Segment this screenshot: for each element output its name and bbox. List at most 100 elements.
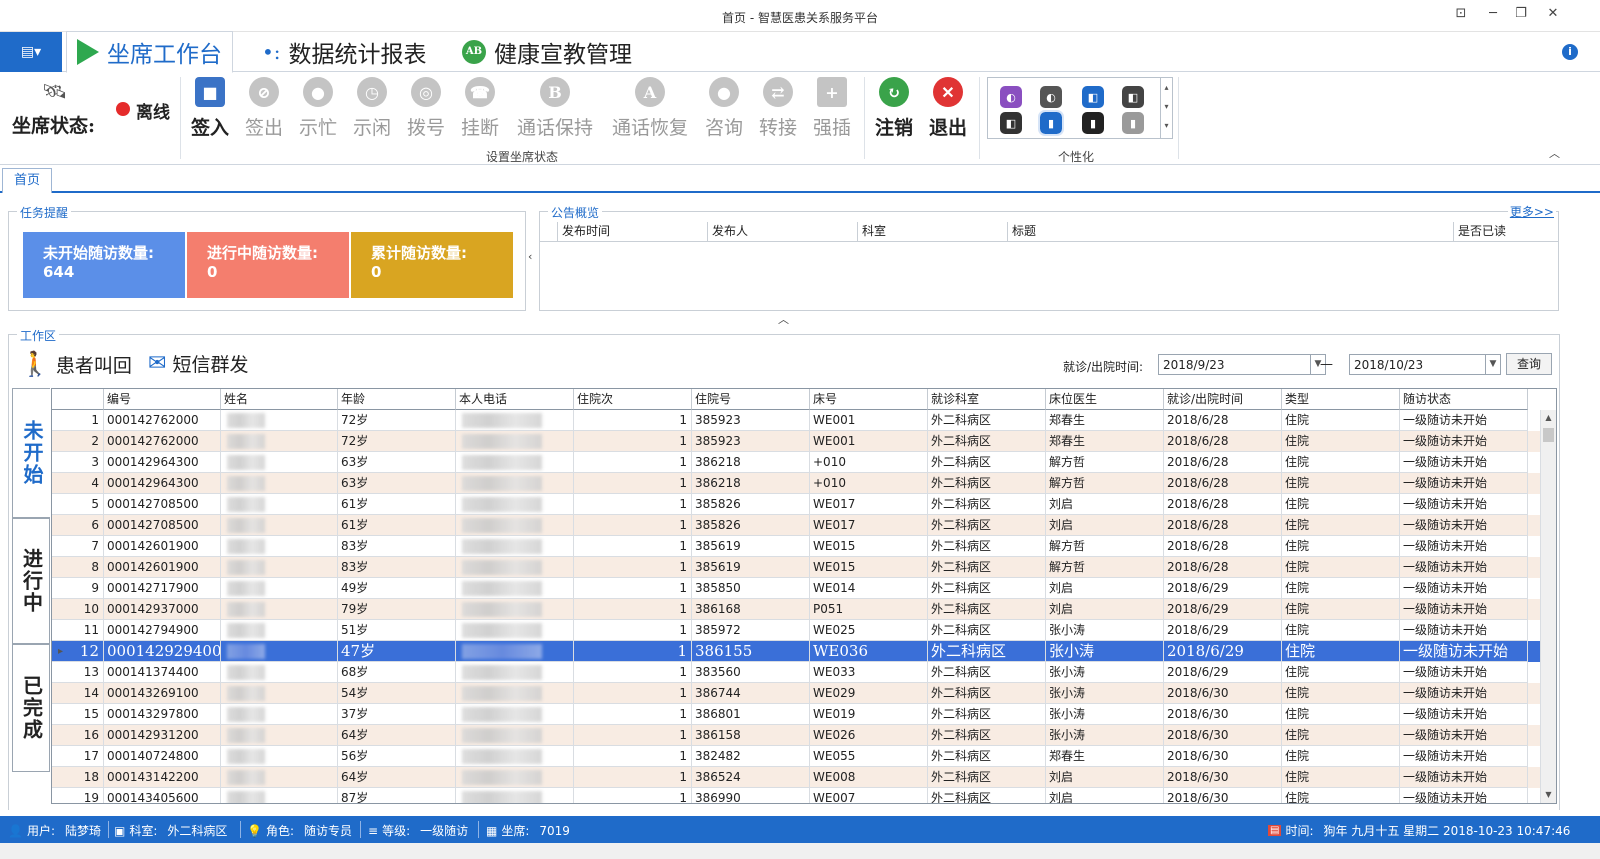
- grid-col-header[interactable]: 编号: [104, 389, 221, 410]
- status-dept: ▣ 科室: 外二科病区: [114, 823, 228, 839]
- scroll-down-icon[interactable]: ▼: [1541, 787, 1556, 803]
- row-index: 11: [52, 620, 104, 641]
- transfer-button[interactable]: ⇄ 转接: [750, 77, 806, 140]
- query-button[interactable]: 查询: [1506, 353, 1552, 375]
- vertical-scrollbar[interactable]: ▲ ▼: [1540, 410, 1556, 803]
- grid-col-header[interactable]: 年龄: [338, 389, 456, 410]
- grid-cell: 一级随访未开始: [1400, 431, 1528, 452]
- card-not-started[interactable]: 未开始随访数量: 644: [23, 232, 185, 298]
- scroll-up-icon[interactable]: ▲: [1541, 410, 1556, 426]
- exit-x-icon: ✕: [933, 77, 963, 107]
- table-row[interactable]: 14 000143269100 54岁 1 386744 WE029 外二科病区 张小涛 201…: [52, 683, 1542, 704]
- table-row[interactable]: 8 000142601900 83岁 1 385619 WE015 外二科病区 解方哲 2018…: [52, 557, 1542, 578]
- grid-col-header[interactable]: 姓名: [221, 389, 338, 410]
- table-row[interactable]: 7 000142601900 83岁 1 385619 WE015 外二科病区 解方哲 2018…: [52, 536, 1542, 557]
- hold-button[interactable]: B 通话保持: [517, 77, 593, 140]
- date-from-picker[interactable]: 2018/9/23 ▼: [1158, 354, 1326, 375]
- theme-1-icon[interactable]: ◐: [1000, 86, 1022, 108]
- recall-patient-button[interactable]: 🚶 患者叫回: [20, 350, 132, 378]
- collapse-up-icon[interactable]: ︿: [778, 311, 789, 327]
- grid-cell: WE055: [810, 746, 928, 767]
- grid-col-header[interactable]: 就诊/出院时间: [1164, 389, 1282, 410]
- theme-7-icon[interactable]: ▮: [1082, 112, 1104, 134]
- dial-button[interactable]: ◎ 拨号: [398, 77, 454, 140]
- grid-col-header[interactable]: 住院次: [574, 389, 692, 410]
- sms-broadcast-button[interactable]: ✉ 短信群发: [148, 350, 248, 377]
- side-tab-not-started[interactable]: 未开始: [12, 388, 50, 518]
- card-in-progress[interactable]: 进行中随访数量: 0: [187, 232, 349, 298]
- patient-name-cell: [221, 536, 338, 557]
- consult-button[interactable]: ● 咨询: [696, 77, 752, 140]
- barge-button[interactable]: + 强插: [804, 77, 860, 140]
- card-total[interactable]: 累计随访数量: 0: [351, 232, 513, 298]
- grid-col-header[interactable]: 就诊科室: [928, 389, 1046, 410]
- exit-button[interactable]: ✕ 退出: [920, 77, 976, 140]
- theme-2-icon[interactable]: ◐: [1040, 86, 1062, 108]
- chevron-down-icon[interactable]: ▼: [1485, 355, 1500, 374]
- table-row[interactable]: 4 000142964300 63岁 1 386218 +010 外二科病区 解方哲 2018/…: [52, 473, 1542, 494]
- row-index: 9: [52, 578, 104, 599]
- theme-8-icon[interactable]: ▮: [1122, 112, 1144, 134]
- grid-col-header[interactable]: 住院号: [692, 389, 810, 410]
- table-row[interactable]: 3 000142964300 63岁 1 386218 +010 外二科病区 解方哲 2018/…: [52, 452, 1542, 473]
- grid-col-header[interactable]: 床号: [810, 389, 928, 410]
- busy-button[interactable]: ● 示忙: [290, 77, 346, 140]
- grid-cell: 刘启: [1046, 599, 1164, 620]
- grid-cell: 000143297800: [104, 704, 221, 725]
- tab-health-education[interactable]: AB 健康宣教管理: [462, 32, 632, 72]
- tab-home[interactable]: 首页: [2, 168, 52, 193]
- idle-button[interactable]: ◷ 示闲: [344, 77, 400, 140]
- logout-button[interactable]: ↻ 注销: [866, 77, 922, 140]
- table-row[interactable]: 15 000143297800 37岁 1 386801 WE019 外二科病区 张小涛 201…: [52, 704, 1542, 725]
- grid-cell: 386168: [692, 599, 810, 620]
- grid-col-header[interactable]: 床位医生: [1046, 389, 1164, 410]
- table-row[interactable]: 6 000142708500 61岁 1 385826 WE017 外二科病区 刘启 2018/…: [52, 515, 1542, 536]
- scroll-thumb[interactable]: [1543, 428, 1554, 442]
- table-row[interactable]: 10 000142937000 79岁 1 386168 P051 外二科病区 刘启 2018/…: [52, 599, 1542, 620]
- resume-button[interactable]: A 通话恢复: [612, 77, 688, 140]
- table-row[interactable]: 13 000141374400 68岁 1 383560 WE033 外二科病区 张小涛 201…: [52, 662, 1542, 683]
- grid-col-header[interactable]: 本人电话: [456, 389, 574, 410]
- table-row[interactable]: 18 000143142200 64岁 1 386524 WE008 外二科病区 刘启 2018…: [52, 767, 1542, 788]
- restore-icon[interactable]: ❐: [1512, 6, 1530, 24]
- side-tab-done[interactable]: 已完成: [12, 644, 50, 772]
- checkout-button[interactable]: ⊘ 签出: [236, 77, 292, 140]
- grid-cell: 郑春生: [1046, 410, 1164, 431]
- table-row[interactable]: 9 000142717900 49岁 1 385850 WE014 外二科病区 刘启 2018/…: [52, 578, 1542, 599]
- table-row[interactable]: 17 000140724800 56岁 1 382482 WE055 外二科病区 郑春生 201…: [52, 746, 1542, 767]
- close-icon[interactable]: ✕: [1544, 6, 1562, 24]
- table-row[interactable]: 12 ▸ 000142929400 47岁 1 386155 WE036 外二科病区 张小涛 20…: [52, 641, 1542, 662]
- grid-cell: 2018/6/28: [1164, 494, 1282, 515]
- tab-statistics[interactable]: •: 数据统计报表: [262, 32, 427, 72]
- notice-more-link[interactable]: 更多>>: [1507, 203, 1556, 220]
- redacted-blur: [227, 518, 265, 533]
- checkin-button[interactable]: ■ 签入: [182, 77, 238, 140]
- gallery-scroll[interactable]: ▴ ▾ ▾: [1160, 78, 1172, 138]
- minimize-icon[interactable]: ─: [1484, 6, 1502, 24]
- theme-5-icon[interactable]: ◧: [1000, 112, 1022, 134]
- pin-icon[interactable]: ⊡: [1452, 6, 1470, 24]
- app-menu-button[interactable]: ▤▾: [0, 32, 62, 72]
- grid-col-header[interactable]: 类型: [1282, 389, 1400, 410]
- collapse-left-icon[interactable]: ‹: [528, 250, 532, 263]
- redacted-blur: [462, 791, 542, 803]
- theme-3-icon[interactable]: ◧: [1082, 86, 1104, 108]
- table-row[interactable]: 16 000142931200 64岁 1 386158 WE026 外二科病区 张小涛 201…: [52, 725, 1542, 746]
- collapse-ribbon-icon[interactable]: ︿: [1549, 145, 1560, 161]
- side-tab-in-progress[interactable]: 进行中: [12, 518, 50, 644]
- grid-cell: 住院: [1282, 473, 1400, 494]
- table-row[interactable]: 19 000143405600 87岁 1 386990 WE007 外二科病区 刘启 2018…: [52, 788, 1542, 803]
- grid-cell: 385923: [692, 431, 810, 452]
- table-row[interactable]: 1 000142762000 72岁 1 385923 WE001 外二科病区 郑春生 2018…: [52, 410, 1542, 431]
- table-row[interactable]: 5 000142708500 61岁 1 385826 WE017 外二科病区 刘启 2018/…: [52, 494, 1542, 515]
- grid-col-header[interactable]: 随访状态: [1400, 389, 1528, 410]
- ribbon-panel: 🛰 坐席状态: 离线 ■ 签入 ⊘ 签出 ● 示忙 ◷ 示闲 ◎ 拨号 ☎ 挂断…: [0, 73, 1600, 165]
- hangup-button[interactable]: ☎ 挂断: [452, 77, 508, 140]
- info-icon[interactable]: i: [1562, 44, 1578, 60]
- theme-4-icon[interactable]: ◧: [1122, 86, 1144, 108]
- tab-agent-workbench[interactable]: 坐席工作台: [66, 31, 233, 73]
- date-to-picker[interactable]: 2018/10/23 ▼: [1349, 354, 1501, 375]
- table-row[interactable]: 2 000142762000 72岁 1 385923 WE001 外二科病区 郑春生 2018…: [52, 431, 1542, 452]
- theme-6-icon[interactable]: ▮: [1038, 110, 1064, 136]
- table-row[interactable]: 11 000142794900 51岁 1 385972 WE025 外二科病区 张小涛 201…: [52, 620, 1542, 641]
